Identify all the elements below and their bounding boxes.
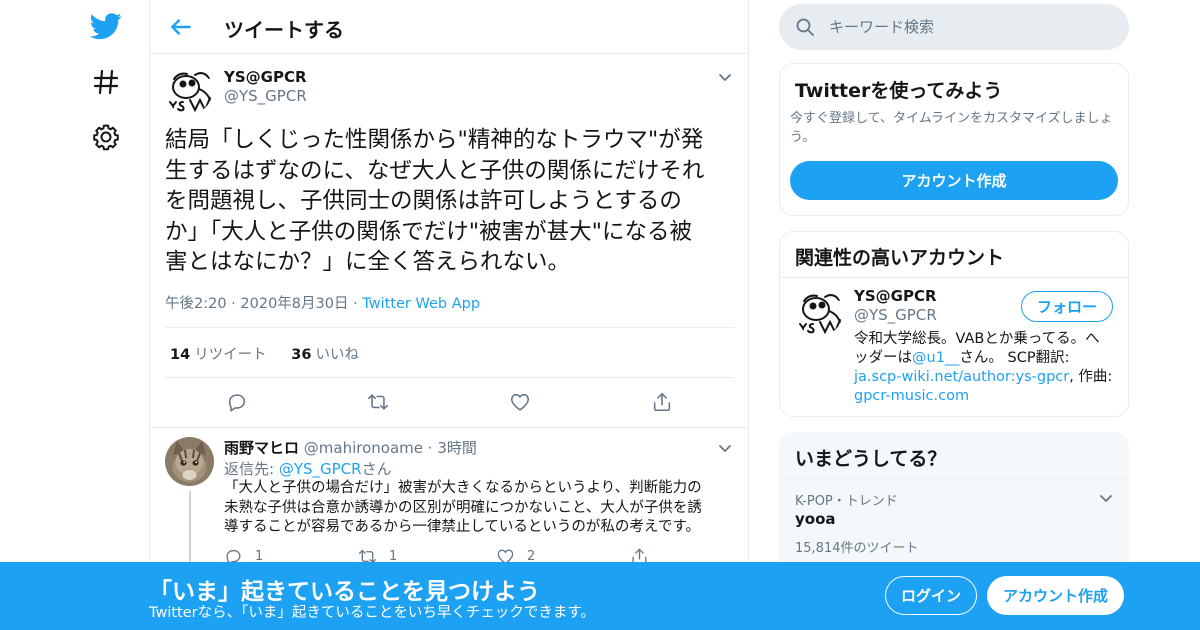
search-input[interactable] bbox=[829, 4, 1109, 50]
reply-author-avatar[interactable] bbox=[165, 437, 214, 486]
signup-card-title: Twitterを使ってみよう bbox=[795, 80, 1003, 102]
bio-music-link[interactable]: gpcr-music.com bbox=[854, 387, 1124, 406]
chevron-down-icon[interactable] bbox=[1097, 489, 1115, 507]
trends-card-title: いまどうしてる？ bbox=[795, 448, 947, 470]
related-card-title: 関連性の高いアカウント bbox=[795, 247, 1005, 269]
trends-card: いまどうしてる？ K-POP・トレンド yooa 15,814件のツイート bbox=[779, 432, 1129, 572]
signup-card-desc: 今すぐ登録して、タイムラインをカスタマイズしましょ う。 bbox=[790, 109, 1125, 147]
replying-to: 返信先: @YS_GPCRさん bbox=[224, 458, 392, 479]
bio-text: , 作曲: bbox=[1069, 369, 1113, 385]
reply-author-name[interactable]: 雨野マヒロ bbox=[224, 439, 299, 457]
share-icon[interactable] bbox=[651, 391, 673, 413]
bio-mention-link[interactable]: @u1__ bbox=[912, 350, 959, 366]
reply-text-line: 導することが容易であるから一律禁止しているというのが私の考えです。 bbox=[224, 519, 701, 535]
chevron-down-icon[interactable] bbox=[716, 68, 734, 86]
reply-text: 「大人と子供の場合だけ」被害が大きくなるからというより、判断能力の 未熟な子供は… bbox=[224, 479, 734, 538]
main-column: ツイートする YS@GPCR @YS_GPCR 結局「しくじった性関係から"精神… bbox=[149, 0, 749, 630]
related-account-avatar[interactable] bbox=[795, 288, 843, 336]
replying-to-link[interactable]: @YS_GPCR bbox=[279, 460, 362, 478]
related-account-name[interactable]: YS@GPCR bbox=[854, 287, 937, 305]
retweet-icon[interactable] bbox=[367, 391, 389, 413]
chevron-down-icon[interactable] bbox=[716, 439, 734, 457]
signup-card-desc-line: う。 bbox=[790, 130, 816, 145]
page-title: ツイートする bbox=[224, 18, 344, 42]
thread-line bbox=[189, 491, 191, 571]
twitter-bird-icon[interactable] bbox=[90, 10, 122, 42]
search-icon bbox=[795, 17, 815, 37]
bio-scp-link[interactable]: ja.scp-wiki.net/author:ys-gpcr bbox=[854, 369, 1069, 385]
divider bbox=[165, 327, 734, 328]
banner-subtitle: Twitterなら、「いま」起きていることをいち早くチェックできます。 bbox=[149, 605, 595, 621]
reply-author-handle[interactable]: @mahironoame bbox=[304, 439, 423, 457]
reply-time[interactable]: 3時間 bbox=[437, 439, 477, 457]
trend-name[interactable]: yooa bbox=[795, 510, 836, 528]
retweet-label: リツイート bbox=[194, 347, 267, 363]
bio-line: 令和大学総長。VABとか乗ってる。へ bbox=[854, 331, 1100, 347]
signup-card: Twitterを使ってみよう 今すぐ登録して、タイムラインをカスタマイズしましょ… bbox=[779, 63, 1129, 216]
author-handle[interactable]: @YS_GPCR bbox=[224, 87, 307, 105]
like-label: いいね bbox=[315, 347, 359, 363]
bio-text: ッダーは bbox=[854, 350, 912, 366]
related-accounts-card: 関連性の高いアカウント YS@GPCR @YS_GPCR フォロー 令和大学総長… bbox=[779, 231, 1129, 417]
tweet-meta: 午後2:20 · 2020年8月30日 · Twitter Web App bbox=[165, 296, 481, 312]
retweet-stat[interactable]: 14 リツイート bbox=[170, 347, 267, 363]
back-arrow-icon[interactable] bbox=[168, 14, 194, 40]
trend-tweet-count: 15,814件のツイート bbox=[795, 541, 919, 556]
tweet-date[interactable]: 2020年8月30日 bbox=[240, 296, 348, 312]
tweet-text-line: 生するはずなのに、なぜ大人と子供の関係にだけそれ bbox=[165, 157, 705, 184]
like-heart-icon[interactable] bbox=[509, 391, 531, 413]
related-account-bio: 令和大学総長。VABとか乗ってる。へ ッダーは@u1__さん。 SCP翻訳: j… bbox=[854, 330, 1124, 406]
author-name[interactable]: YS@GPCR bbox=[224, 68, 307, 86]
hashtag-icon[interactable] bbox=[90, 66, 122, 98]
replying-to-suffix: さん bbox=[361, 460, 392, 478]
reply-text-line: 「大人と子供の場合だけ」被害が大きくなるからというより、判断能力の bbox=[224, 480, 702, 496]
related-account-handle[interactable]: @YS_GPCR bbox=[854, 306, 937, 324]
replying-to-prefix: 返信先: bbox=[224, 460, 279, 478]
gear-icon[interactable] bbox=[90, 121, 122, 153]
login-button[interactable]: ログイン bbox=[885, 576, 977, 615]
reply-text-line: 未熟な子供は合意か誘導かの区別が明確につかないこと、大人が子供を誘 bbox=[224, 499, 702, 516]
reply-header: 雨野マヒロ @mahironoame · 3時間 bbox=[224, 439, 477, 457]
tweet-text-line: 害とはなにか？」に全く答えられない。 bbox=[165, 249, 571, 275]
tweet-text-line: 結局「しくじった性関係から"精神的なトラウマ"が発 bbox=[165, 127, 704, 153]
tweet-text: 結局「しくじった性関係から"精神的なトラウマ"が発 生するはずなのに、なぜ大人と… bbox=[165, 125, 740, 278]
create-account-button[interactable]: アカウント作成 bbox=[790, 161, 1118, 200]
divider bbox=[165, 377, 734, 378]
divider bbox=[780, 478, 1128, 479]
tweet-text-line: を問題視し、子供同士の関係は許可しようとするの bbox=[165, 188, 682, 214]
author-avatar[interactable] bbox=[165, 66, 213, 114]
retweet-count: 14 bbox=[170, 347, 191, 363]
search-box[interactable] bbox=[779, 4, 1129, 50]
like-stat[interactable]: 36 いいね bbox=[291, 347, 359, 363]
bio-text: さん。 SCP翻訳: bbox=[959, 350, 1070, 366]
header: ツイートする bbox=[150, 0, 748, 54]
banner-create-account-button[interactable]: アカウント作成 bbox=[987, 576, 1124, 615]
tweet-time[interactable]: 午後2:20 bbox=[165, 296, 227, 312]
reply-tweet[interactable]: 雨野マヒロ @mahironoame · 3時間 返信先: @YS_GPCRさん… bbox=[150, 427, 748, 571]
tweet-source-link[interactable]: Twitter Web App bbox=[362, 296, 480, 312]
like-count: 36 bbox=[291, 347, 312, 363]
tweet-text-line: か」「大人と子供の関係でだけ"被害が甚大"になる被 bbox=[165, 218, 692, 245]
divider bbox=[780, 277, 1128, 278]
signup-banner: 「いま」起きていることを見つけよう Twitterなら、「いま」起きていることを… bbox=[0, 562, 1200, 630]
follow-button[interactable]: フォロー bbox=[1021, 291, 1113, 322]
signup-card-desc-line: 今すぐ登録して、タイムラインをカスタマイズしましょ bbox=[790, 111, 1113, 126]
tweet-stats: 14 リツイート 36 いいね bbox=[170, 343, 359, 364]
trend-category: K-POP・トレンド bbox=[795, 494, 898, 509]
reply-icon[interactable] bbox=[226, 391, 248, 413]
